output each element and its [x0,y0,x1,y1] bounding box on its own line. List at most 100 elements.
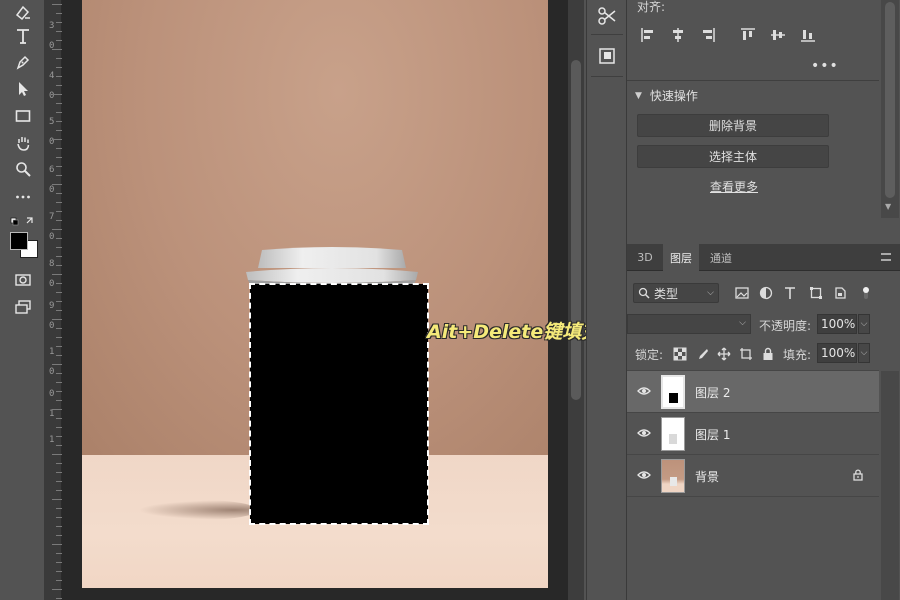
align-bottom-icon[interactable] [797,26,819,44]
layer-name[interactable]: 图层 1 [695,426,730,443]
ruler-tick [52,4,62,5]
lock-position-icon[interactable] [717,347,731,361]
align-label: 对齐: [637,0,666,14]
type-tool-icon[interactable] [8,24,38,48]
path-selection-tool-icon[interactable] [8,77,38,101]
filter-pixel-icon[interactable] [735,286,749,300]
lock-image-pixels-icon[interactable] [695,347,709,361]
photoshop-window: 3040506070809010011 Ait+Delete键填充选框 对齐: … [0,0,900,600]
hand-tool-icon[interactable] [8,131,38,155]
filter-toggle-icon[interactable] [859,286,873,300]
more-align-options-button[interactable]: ••• [811,58,839,74]
tab-channels[interactable]: 通道 [703,244,739,271]
layer-thumbnail[interactable] [661,417,685,451]
panel-menu-icon[interactable] [881,253,891,261]
more-tools-icon[interactable] [8,184,38,208]
foreground-color-swatch[interactable] [10,232,28,250]
layer-thumbnail[interactable] [661,459,685,493]
layer-filter-select[interactable]: 类型 ⌵ [633,283,719,303]
eye-icon[interactable] [637,468,651,482]
scroll-down-icon[interactable]: ▼ [885,202,891,211]
ruler-tick [52,184,62,185]
ruler-tick [52,589,62,590]
quick-mask-icon[interactable] [8,268,38,292]
layer-name[interactable]: 背景 [695,468,719,485]
align-left-icon[interactable] [637,26,659,44]
ruler-number: 0 [49,279,55,289]
align-top-icon[interactable] [737,26,759,44]
pen-tool-icon[interactable] [8,50,38,74]
chevron-down-icon: ⌵ [739,318,746,328]
filter-type-icon[interactable] [783,286,797,300]
lock-icon [853,469,863,481]
lock-row: 锁定: 填充: 100% ⌵ [627,343,900,365]
blend-mode-select[interactable]: ⌵ [627,314,751,334]
scissors-icon[interactable] [595,4,619,28]
eye-icon[interactable] [637,426,651,440]
align-vertical-center-icon[interactable] [767,26,789,44]
lock-all-icon[interactable] [761,347,775,361]
remove-background-button[interactable]: 删除背景 [637,114,829,137]
ruler-number: 3 [49,21,55,31]
tab-layers[interactable]: 图层 [663,244,699,271]
ruler-number: 0 [49,389,55,399]
ruler-number: 5 [49,117,55,127]
opacity-input[interactable]: 100% [817,314,857,334]
layers-panel: 3D 图层 通道 类型 ⌵ ⌵ 不透明度: 100% ⌵ 锁定: 填充: 100… [627,244,900,600]
swap-colors-icon[interactable] [10,214,36,228]
ruler-tick [52,499,62,500]
layer-filter-row: 类型 ⌵ [627,280,900,304]
ruler-number: 4 [49,71,55,81]
filter-adjustment-icon[interactable] [759,286,773,300]
quick-actions-header[interactable]: ▼ 快速操作 [635,87,698,104]
blend-row: ⌵ 不透明度: 100% ⌵ [627,314,900,336]
fill-dropdown-icon[interactable]: ⌵ [858,343,870,363]
ruler-number: 1 [49,435,55,445]
filter-shape-icon[interactable] [809,286,823,300]
lock-transparent-pixels-icon[interactable] [673,347,687,361]
tab-3d[interactable]: 3D [629,244,661,271]
opacity-dropdown-icon[interactable]: ⌵ [858,314,870,334]
eye-icon[interactable] [637,384,651,398]
layer-row-layer-1[interactable]: 图层 1 [627,412,879,454]
ruler-tick [52,454,62,455]
layers-tabs: 3D 图层 通道 [627,244,900,271]
ruler-number: 0 [49,232,55,242]
layer-row-background[interactable]: 背景 [627,454,879,496]
fill-label: 填充: [783,348,812,362]
layer-thumbnail[interactable] [661,375,685,409]
ruler-tick [52,94,62,95]
libraries-panel-icon[interactable] [595,44,619,68]
cup-lid [246,247,418,286]
panel-icon-column [586,0,626,600]
ruler-tick [52,274,62,275]
canvas-vertical-scrollbar[interactable] [568,0,584,600]
align-right-icon[interactable] [697,26,719,44]
filled-selection-marquee[interactable] [249,283,429,525]
align-horizontal-center-icon[interactable] [667,26,689,44]
ruler-tick [52,319,62,320]
select-subject-button[interactable]: 选择主体 [637,145,829,168]
chevron-down-icon: ▼ [635,90,642,101]
properties-scrollbar[interactable]: ▼ [881,0,899,218]
opacity-label: 不透明度: [759,319,812,333]
rectangle-tool-icon[interactable] [8,104,38,128]
ruler-tick [52,139,62,140]
tools-panel [0,0,44,600]
document-canvas[interactable] [82,0,548,588]
lock-label: 锁定: [635,348,664,362]
ruler-number: 0 [49,367,55,377]
zoom-tool-icon[interactable] [8,157,38,181]
lock-artboard-icon[interactable] [739,347,753,361]
eraser-tool-icon[interactable] [8,0,38,24]
layer-row-layer-2[interactable]: 图层 2 [627,370,879,412]
filter-smart-object-icon[interactable] [833,286,847,300]
layers-scrollbar[interactable] [881,371,899,600]
layer-name[interactable]: 图层 2 [695,384,730,401]
chevron-down-icon: ⌵ [707,288,714,298]
see-more-link[interactable]: 查看更多 [627,178,841,195]
ruler-number: 8 [49,259,55,269]
cup-shadow [138,500,258,520]
fill-input[interactable]: 100% [817,343,857,363]
screen-mode-icon[interactable] [8,295,38,319]
